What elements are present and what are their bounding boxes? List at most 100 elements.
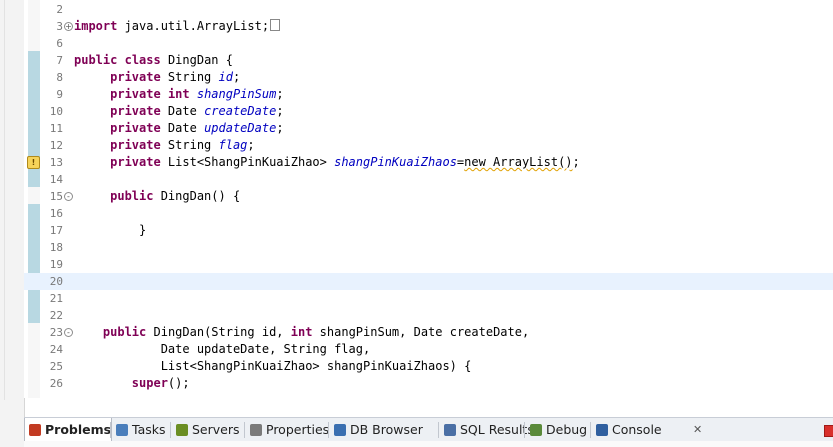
line-number: 6 — [56, 37, 63, 50]
left-trim-strip — [0, 0, 25, 447]
code-token: List<ShangPinKuaiZhao> shangPinKuaiZhaos… — [74, 359, 472, 373]
keyword-token: private — [110, 138, 161, 152]
code-token: Date — [160, 121, 205, 135]
code-text: private Date updateDate; — [74, 120, 283, 137]
tab-sql-results[interactable]: SQL Results — [440, 418, 534, 442]
code-line[interactable]: 19 — [24, 256, 833, 273]
keyword-token: public — [110, 189, 154, 203]
tab-separator — [438, 422, 439, 438]
code-line[interactable]: 23- public DingDan(String id, int shangP… — [24, 324, 833, 341]
code-line[interactable]: 26 super(); — [24, 375, 833, 392]
code-line[interactable]: 21 — [24, 290, 833, 307]
expand-fold-icon[interactable]: + — [64, 22, 73, 31]
tab-tasks[interactable]: Tasks — [112, 418, 170, 442]
code-token: DingDan { — [160, 53, 233, 67]
tab-label: Tasks — [132, 422, 166, 437]
code-line[interactable]: 25 List<ShangPinKuaiZhao> shangPinKuaiZh… — [24, 358, 833, 375]
code-line[interactable]: 12 private String flag; — [24, 137, 833, 154]
tab-separator — [244, 422, 245, 438]
code-token: ; — [276, 104, 284, 118]
code-line[interactable]: 2 — [24, 1, 833, 18]
code-line[interactable]: 7 public class DingDan { — [24, 52, 833, 69]
line-number: 11 — [49, 122, 63, 135]
tab-separator — [328, 422, 329, 438]
code-line[interactable]: 6 — [24, 35, 833, 52]
line-number: 12 — [49, 139, 63, 152]
bottom-view-tabbar: ✕ Problems Tasks Servers Properties DB Brows… — [24, 417, 833, 442]
code-text: private int shangPinSum; — [74, 86, 284, 103]
line-number: 23 — [49, 326, 63, 339]
code-text: Date updateDate, String flag, — [74, 341, 371, 358]
tab-separator — [110, 422, 111, 438]
tab-label: SQL Results — [460, 422, 534, 437]
code-text: } — [74, 222, 146, 239]
db-browser-icon — [334, 424, 346, 436]
tab-console[interactable]: Console — [592, 418, 682, 442]
tab-label: Console — [612, 422, 662, 437]
code-line[interactable]: 24 Date updateDate, String flag, — [24, 341, 833, 358]
code-line[interactable]: 10 private Date createDate; — [24, 103, 833, 120]
code-line[interactable]: 15- public DingDan() { — [24, 188, 833, 205]
java-editor[interactable]: 2 3 + import java.util.ArrayList; 6 7 public c… — [24, 0, 833, 398]
keyword-token: int — [167, 87, 190, 101]
code-token: ; — [276, 87, 284, 101]
bottom-strip — [24, 441, 833, 447]
tab-properties[interactable]: Properties — [246, 418, 330, 442]
code-line[interactable]: 8 private String id; — [24, 69, 833, 86]
code-text: public DingDan() { — [74, 188, 240, 205]
code-line[interactable]: 18 — [24, 239, 833, 256]
tab-problems[interactable]: Problems — [24, 418, 112, 442]
code-line[interactable]: 16 — [24, 205, 833, 222]
line-number: 15 — [49, 190, 63, 203]
collapse-fold-icon[interactable]: - — [64, 328, 73, 337]
tab-separator — [524, 422, 525, 438]
tab-label: Problems — [45, 422, 112, 437]
properties-icon — [250, 424, 262, 436]
code-token: String — [160, 70, 219, 84]
code-line[interactable]: 11 private Date updateDate; — [24, 120, 833, 137]
collapsed-imports-icon[interactable] — [270, 19, 281, 31]
code-text: import java.util.ArrayList; — [74, 18, 281, 35]
warning-icon[interactable]: ! — [27, 156, 40, 169]
tab-debug[interactable]: Debug — [526, 418, 590, 442]
code-text: public class DingDan { — [74, 52, 233, 69]
keyword-token: private — [110, 121, 161, 135]
tab-db-browser[interactable]: DB Browser — [330, 418, 438, 442]
line-number: 8 — [56, 71, 63, 84]
sql-results-icon — [444, 424, 456, 436]
code-text: public DingDan(String id, int shangPinSu… — [74, 324, 529, 341]
console-icon — [596, 424, 608, 436]
close-icon[interactable]: ✕ — [693, 418, 702, 442]
code-line[interactable]: 14 — [24, 171, 833, 188]
code-line[interactable]: 3 + import java.util.ArrayList; — [24, 18, 833, 35]
line-number: 2 — [56, 3, 63, 16]
code-text: private String flag; — [74, 137, 255, 154]
code-token: ; — [572, 155, 580, 169]
terminate-button[interactable] — [824, 425, 833, 437]
code-line[interactable]: 13! private List<ShangPinKuaiZhao> shang… — [24, 154, 833, 171]
line-number: 3 — [56, 20, 63, 33]
code-line[interactable]: 20 — [24, 273, 833, 290]
keyword-token: private — [110, 155, 161, 169]
collapse-fold-icon[interactable]: - — [64, 192, 73, 201]
code-text: private Date createDate; — [74, 103, 284, 120]
line-number: 7 — [56, 54, 63, 67]
tab-servers[interactable]: Servers — [172, 418, 244, 442]
code-line[interactable]: 17 } — [24, 222, 833, 239]
code-line[interactable]: 9 private int shangPinSum; — [24, 86, 833, 103]
keyword-token: public — [102, 325, 147, 339]
code-token: ; — [247, 138, 255, 152]
code-line[interactable]: 22 — [24, 307, 833, 324]
line-number: 19 — [49, 258, 63, 271]
tab-label: Properties — [266, 422, 330, 437]
line-number: 25 — [49, 360, 63, 373]
